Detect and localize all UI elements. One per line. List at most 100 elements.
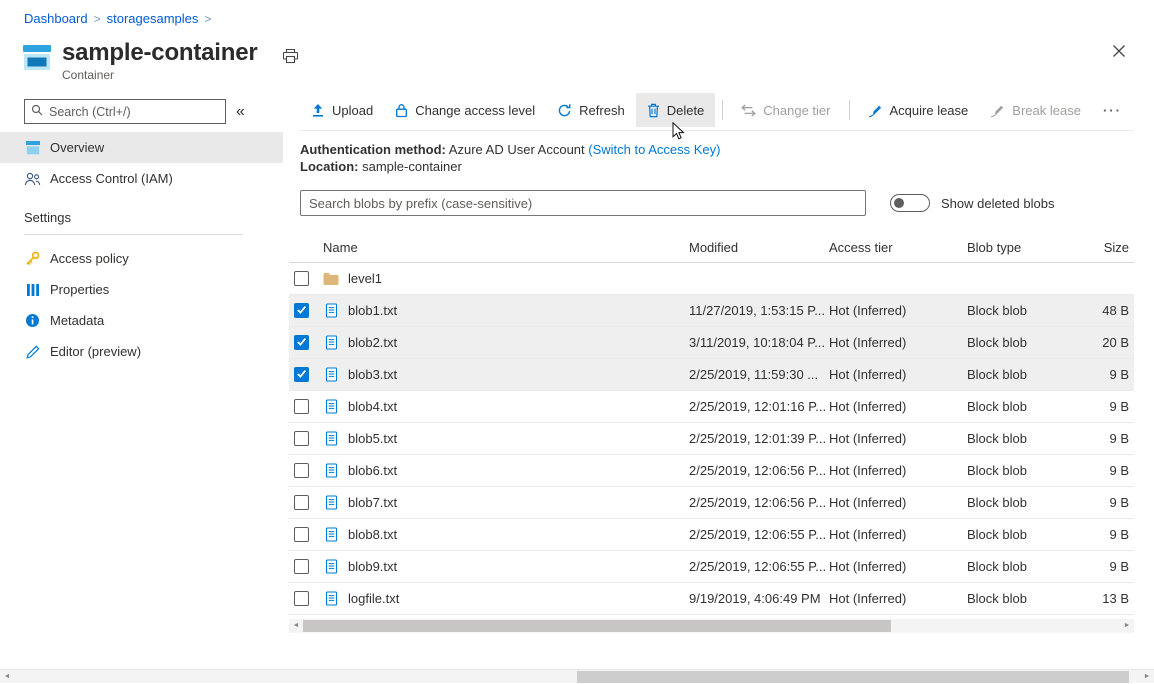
blob-type-cell: Block blob	[967, 367, 1092, 382]
row-checkbox[interactable]	[294, 431, 309, 446]
info-block: Authentication method: Azure AD User Acc…	[300, 141, 1134, 175]
upload-button[interactable]: Upload	[300, 93, 384, 127]
page-scroll-left-arrow-icon[interactable]: ◄	[0, 670, 14, 684]
blob-name-link[interactable]: blob1.txt	[348, 303, 397, 318]
scroll-left-arrow-icon[interactable]: ◄	[289, 619, 303, 633]
more-button[interactable]: ···	[1092, 93, 1133, 127]
break-lease-button[interactable]: Break lease	[979, 93, 1092, 127]
column-header-modified[interactable]: Modified	[689, 240, 829, 255]
row-checkbox[interactable]	[294, 271, 309, 286]
sidebar-item-label: Editor (preview)	[50, 344, 141, 359]
sidebar-item-access-control-iam[interactable]: Access Control (IAM)	[0, 163, 283, 194]
blob-name-link[interactable]: blob3.txt	[348, 367, 397, 382]
switch-to-access-key-link[interactable]: (Switch to Access Key)	[588, 142, 720, 157]
sidebar-item-overview[interactable]: Overview	[0, 132, 283, 163]
checkbox-cell	[289, 463, 323, 478]
check-icon	[296, 335, 307, 350]
row-checkbox[interactable]	[294, 463, 309, 478]
page-scrollbar-track[interactable]	[14, 670, 1140, 683]
show-deleted-blobs-label: Show deleted blobs	[941, 196, 1054, 211]
row-checkbox[interactable]	[294, 399, 309, 414]
table-row-blob6-txt[interactable]: blob6.txt2/25/2019, 12:06:56 P...Hot (In…	[289, 455, 1134, 487]
table-row-blob7-txt[interactable]: blob7.txt 2/25/2019, 12:06:56 P...Hot (In…	[289, 487, 1134, 519]
table-row-blob3-txt[interactable]: blob3.txt2/25/2019, 11:59:30 ...Hot (Inf…	[289, 359, 1134, 391]
row-checkbox[interactable]	[294, 303, 309, 318]
sidebar-search-input[interactable]	[49, 105, 219, 119]
blob-name-link[interactable]: blob6.txt	[348, 463, 397, 478]
table-row-logfile-txt[interactable]: logfile.txt9/19/2019, 4:06:49 PMHot (Inf…	[289, 583, 1134, 615]
row-checkbox[interactable]	[294, 559, 309, 574]
table-row-blob9-txt[interactable]: blob9.txt2/25/2019, 12:06:55 P...Hot (In…	[289, 551, 1134, 583]
scrollbar-track[interactable]	[303, 619, 1120, 633]
break-lease-icon	[990, 103, 1005, 118]
size-cell: 9 B	[1092, 559, 1134, 574]
breadcrumb-link-dashboard[interactable]: Dashboard	[24, 11, 88, 26]
blob-name-link[interactable]: blob2.txt	[348, 335, 397, 350]
blob-name-link[interactable]: blob9.txt	[348, 559, 397, 574]
breadcrumb-link-storagesamples[interactable]: storagesamples	[107, 11, 199, 26]
access-tier-cell: Hot (Inferred)	[829, 335, 967, 350]
delete-button[interactable]: Delete	[636, 93, 716, 127]
refresh-icon	[557, 103, 572, 118]
azure-container-blade: Dashboard>storagesamples> sample-contain…	[0, 0, 1154, 683]
page-scroll-right-arrow-icon[interactable]: ►	[1140, 670, 1154, 684]
row-checkbox[interactable]	[294, 591, 309, 606]
sidebar-item-properties[interactable]: Properties	[0, 274, 283, 305]
modified-cell: 3/11/2019, 10:18:04 P...	[689, 335, 829, 350]
access-tier-cell: Hot (Inferred)	[829, 495, 967, 510]
change-tier-button[interactable]: Change tier	[730, 93, 841, 127]
row-checkbox[interactable]	[294, 495, 309, 510]
toolbar-button-label: Upload	[332, 103, 373, 118]
blob-table: Name Modified Access tier Blob type Size…	[289, 232, 1134, 633]
table-row-blob4-txt[interactable]: blob4.txt2/25/2019, 12:01:16 P...Hot (In…	[289, 391, 1134, 423]
acquire-lease-button[interactable]: Acquire lease	[857, 93, 980, 127]
table-row-blob5-txt[interactable]: blob5.txt2/25/2019, 12:01:39 P...Hot (In…	[289, 423, 1134, 455]
modified-cell: 2/25/2019, 12:06:56 P...	[689, 495, 829, 510]
modified-cell: 2/25/2019, 11:59:30 ...	[689, 367, 829, 382]
blob-prefix-search-input[interactable]	[309, 196, 857, 211]
page-horizontal-scrollbar[interactable]: ◄ ►	[0, 669, 1154, 683]
column-header-blob-type[interactable]: Blob type	[967, 240, 1092, 255]
name-cell: blob6.txt	[323, 463, 689, 478]
scroll-right-arrow-icon[interactable]: ►	[1120, 619, 1134, 633]
table-row-level1[interactable]: level1	[289, 263, 1134, 295]
row-checkbox[interactable]	[294, 527, 309, 542]
table-row-blob1-txt[interactable]: blob1.txt11/27/2019, 1:53:15 P...Hot (In…	[289, 295, 1134, 327]
table-row-blob2-txt[interactable]: blob2.txt 3/11/2019, 10:18:04 P...Hot (In…	[289, 327, 1134, 359]
blob-type-cell: Block blob	[967, 495, 1092, 510]
chevron-double-left-icon: «	[236, 103, 245, 120]
show-deleted-blobs-toggle[interactable]	[890, 194, 930, 212]
row-checkbox[interactable]	[294, 367, 309, 382]
toggle-knob	[894, 198, 904, 208]
page-scrollbar-thumb[interactable]	[577, 671, 1129, 683]
change-access-level-button[interactable]: Change access level	[384, 93, 546, 127]
acquire-lease-icon	[868, 103, 883, 118]
table-row-blob8-txt[interactable]: blob8.txt2/25/2019, 12:06:55 P...Hot (In…	[289, 519, 1134, 551]
row-checkbox[interactable]	[294, 335, 309, 350]
column-header-size[interactable]: Size	[1092, 240, 1134, 255]
scrollbar-thumb[interactable]	[303, 620, 891, 632]
sidebar-item-metadata[interactable]: Metadata	[0, 305, 283, 336]
blob-name-link[interactable]: blob4.txt	[348, 399, 397, 414]
refresh-button[interactable]: Refresh	[546, 93, 636, 127]
column-header-name[interactable]: Name	[323, 240, 689, 255]
column-header-access-tier[interactable]: Access tier	[829, 240, 967, 255]
page-subtitle: Container	[62, 68, 258, 82]
sidebar-settings-header: Settings	[24, 210, 243, 235]
table-horizontal-scrollbar[interactable]: ◄ ►	[289, 619, 1134, 633]
toolbar-separator	[722, 100, 723, 120]
blob-name-link[interactable]: level1	[348, 271, 382, 286]
blob-name-link[interactable]: blob7.txt	[348, 495, 397, 510]
toolbar-button-label: Change access level	[415, 103, 535, 118]
sidebar-item-editor-preview[interactable]: Editor (preview)	[0, 336, 283, 367]
collapse-sidebar-button[interactable]: «	[236, 104, 245, 120]
close-blade-button[interactable]	[1112, 44, 1126, 61]
blob-name-link[interactable]: blob8.txt	[348, 527, 397, 542]
sidebar-item-access-policy[interactable]: Access policy	[0, 243, 283, 274]
blob-name-link[interactable]: blob5.txt	[348, 431, 397, 446]
pin-print-button[interactable]	[282, 48, 299, 67]
blob-name-link[interactable]: logfile.txt	[348, 591, 399, 606]
toolbar-button-label: Delete	[667, 103, 705, 118]
name-cell: blob4.txt	[323, 399, 689, 414]
container-overview-icon	[24, 140, 41, 155]
